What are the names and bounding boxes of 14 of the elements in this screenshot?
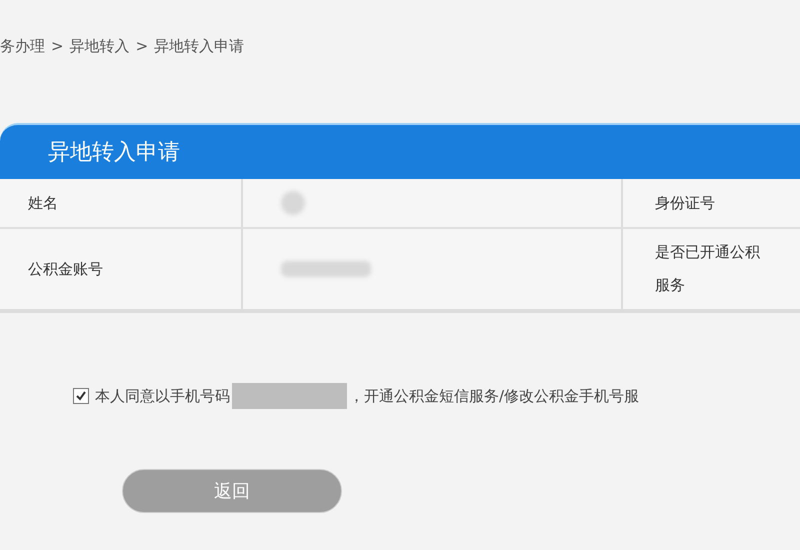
field-label: 公积金账号 [28, 260, 103, 278]
breadcrumb-separator: > [136, 37, 148, 55]
consent-text: ，开通公积金短信服务/修改公积金手机号服 [349, 386, 640, 406]
breadcrumb-item[interactable]: 务办理 [0, 36, 45, 56]
breadcrumb-item[interactable]: 异地转入 [70, 36, 130, 56]
breadcrumb-item: 异地转入申请 [154, 36, 244, 56]
breadcrumb-separator: > [51, 37, 64, 55]
panel-title: 异地转入申请 [48, 139, 180, 167]
checkbox[interactable] [73, 388, 89, 404]
field-label: 是否已开通公积 [655, 243, 760, 262]
consent-text: 本人同意以手机号码 [95, 386, 230, 406]
field-label: 姓名 [28, 194, 58, 212]
field-label: 身份证号 [655, 194, 715, 212]
field-label: 服务 [655, 276, 685, 295]
